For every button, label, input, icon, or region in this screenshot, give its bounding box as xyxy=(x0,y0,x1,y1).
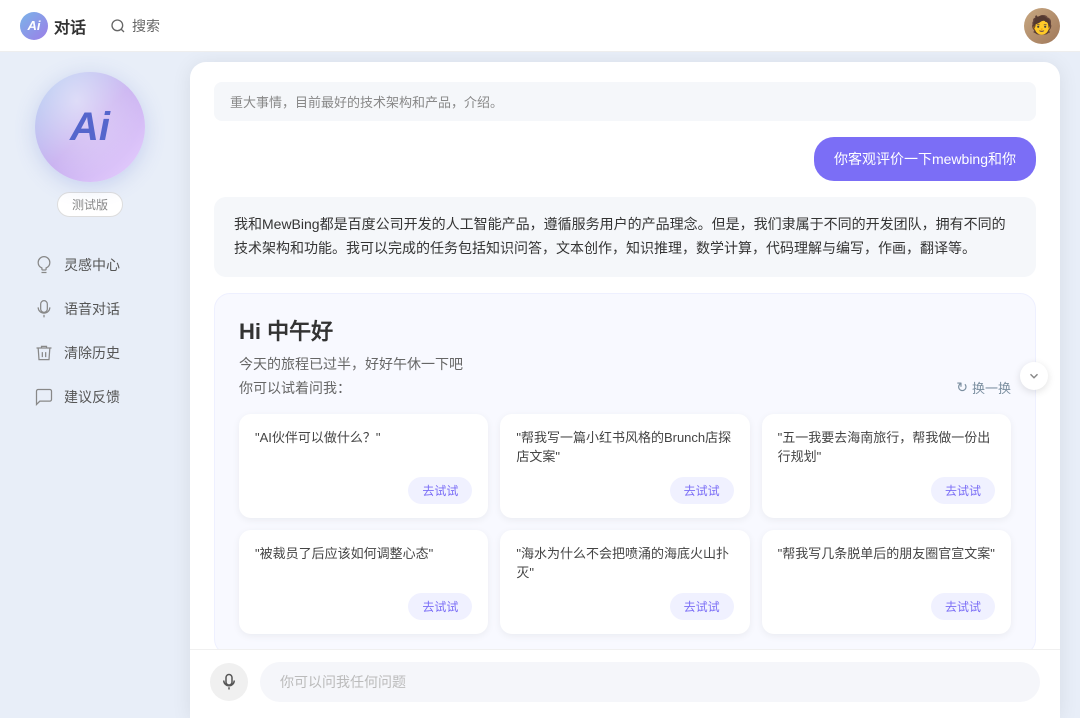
chat-icon xyxy=(34,387,54,407)
sidebar: Ai 测试版 灵感中心 语音对话 xyxy=(0,52,180,718)
suggestion-card-2: "五一我要去海南旅行，帮我做一份出行规划" 去试试 xyxy=(762,414,1011,518)
ai-badge: 测试版 xyxy=(57,192,123,217)
chat-area: 重大事情，目前最好的技术架构和产品，介绍。 你客观评价一下mewbing和你 我… xyxy=(190,62,1060,718)
suggestion-card-0: "AI伙伴可以做什么？" 去试试 xyxy=(239,414,488,518)
bulb-icon xyxy=(34,255,54,275)
greeting-title: Hi 中午好 xyxy=(239,314,1011,346)
suggestion-text-0: "AI伙伴可以做什么？" xyxy=(255,428,472,467)
refresh-icon: ↻ xyxy=(956,379,968,396)
sidebar-item-inspiration[interactable]: 灵感中心 xyxy=(10,245,170,285)
nav-logo[interactable]: Ai 对话 xyxy=(20,12,86,40)
user-avatar[interactable]: 🧑 xyxy=(1024,8,1060,44)
chat-input-area xyxy=(190,649,1060,718)
chat-input[interactable] xyxy=(260,662,1040,702)
nav-search-button[interactable]: 搜索 xyxy=(110,16,160,36)
sidebar-label-clear: 清除历史 xyxy=(64,343,120,363)
mic-button[interactable] xyxy=(210,663,248,701)
try-button-3[interactable]: 去试试 xyxy=(408,593,472,620)
ai-avatar-area: Ai 测试版 xyxy=(35,72,145,217)
search-icon xyxy=(110,18,126,34)
ai-avatar: Ai xyxy=(35,72,145,182)
sidebar-label-voice: 语音对话 xyxy=(64,299,120,319)
nav-title: 对话 xyxy=(54,14,86,38)
suggestion-text-4: "海水为什么不会把喷涌的海底火山扑灭" xyxy=(516,544,733,583)
search-label: 搜索 xyxy=(132,16,160,36)
suggestion-card-3: "被裁员了后应该如何调整心态" 去试试 xyxy=(239,530,488,634)
sidebar-item-voice[interactable]: 语音对话 xyxy=(10,289,170,329)
ai-message: 我和MewBing都是百度公司开发的人工智能产品，遵循服务用户的产品理念。但是，… xyxy=(214,197,1036,277)
try-button-0[interactable]: 去试试 xyxy=(408,477,472,504)
chat-messages: 重大事情，目前最好的技术架构和产品，介绍。 你客观评价一下mewbing和你 我… xyxy=(190,62,1060,649)
suggestion-text-3: "被裁员了后应该如何调整心态" xyxy=(255,544,472,583)
suggestion-text-2: "五一我要去海南旅行，帮我做一份出行规划" xyxy=(778,428,995,467)
suggestion-card-4: "海水为什么不会把喷涌的海底火山扑灭" 去试试 xyxy=(500,530,749,634)
user-message: 你客观评价一下mewbing和你 xyxy=(214,137,1036,181)
suggestion-text-1: "帮我写一篇小红书风格的Brunch店探店文案" xyxy=(516,428,733,467)
ai-logo-text: Ai xyxy=(70,105,110,150)
main-layout: Ai 测试版 灵感中心 语音对话 xyxy=(0,52,1080,718)
greeting-prompt-text: 你可以试着问我： xyxy=(239,378,351,398)
sidebar-item-clear[interactable]: 清除历史 xyxy=(10,333,170,373)
suggestion-card-1: "帮我写一篇小红书风格的Brunch店探店文案" 去试试 xyxy=(500,414,749,518)
mic-icon xyxy=(34,299,54,319)
suggestion-text-5: "帮我写几条脱单后的朋友圈官宣文案" xyxy=(778,544,995,583)
refresh-button[interactable]: ↻ 换一换 xyxy=(956,378,1011,397)
microphone-icon xyxy=(220,673,238,691)
sidebar-label-feedback: 建议反馈 xyxy=(64,387,120,407)
top-nav: Ai 对话 搜索 🧑 xyxy=(0,0,1080,52)
try-button-2[interactable]: 去试试 xyxy=(931,477,995,504)
scroll-down-button[interactable] xyxy=(1020,362,1048,390)
sidebar-label-inspiration: 灵感中心 xyxy=(64,255,120,275)
greeting-card: Hi 中午好 今天的旅程已过半，好好午休一下吧 你可以试着问我： ↻ 换一换 "… xyxy=(214,293,1036,649)
sidebar-item-feedback[interactable]: 建议反馈 xyxy=(10,377,170,417)
suggestion-grid: "AI伙伴可以做什么？" 去试试 "帮我写一篇小红书风格的Brunch店探店文案… xyxy=(239,414,1011,634)
try-button-1[interactable]: 去试试 xyxy=(670,477,734,504)
try-button-5[interactable]: 去试试 xyxy=(931,593,995,620)
refresh-label: 换一换 xyxy=(972,378,1011,397)
prev-message: 重大事情，目前最好的技术架构和产品，介绍。 xyxy=(214,82,1036,121)
user-bubble: 你客观评价一下mewbing和你 xyxy=(814,137,1036,181)
ai-logo-icon: Ai xyxy=(20,12,48,40)
try-button-4[interactable]: 去试试 xyxy=(670,593,734,620)
sidebar-nav: 灵感中心 语音对话 清除历史 xyxy=(0,245,180,417)
suggestion-card-5: "帮我写几条脱单后的朋友圈官宣文案" 去试试 xyxy=(762,530,1011,634)
trash-icon xyxy=(34,343,54,363)
chevron-down-icon xyxy=(1027,369,1041,383)
greeting-sub: 今天的旅程已过半，好好午休一下吧 xyxy=(239,354,1011,374)
greeting-prompt: 你可以试着问我： ↻ 换一换 xyxy=(239,378,1011,398)
